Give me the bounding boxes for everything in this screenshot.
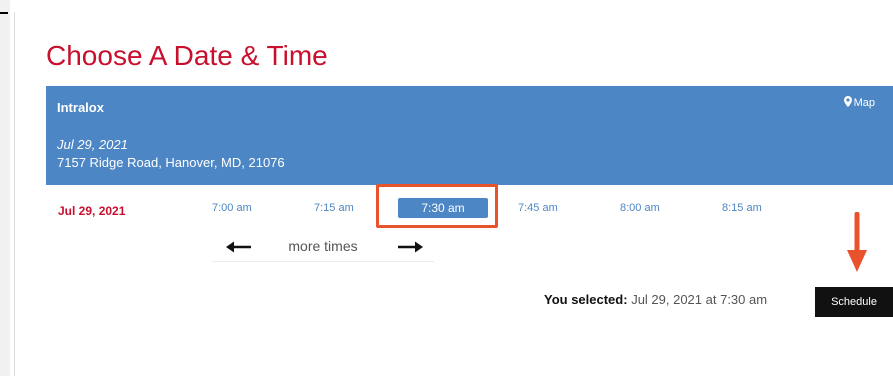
page-title: Choose A Date & Time — [46, 40, 328, 71]
location-address: 7157 Ridge Road, Hanover, MD, 21076 — [57, 155, 285, 170]
map-link-label: Map — [853, 97, 875, 109]
map-marker-icon — [843, 96, 852, 107]
arrow-right-icon — [398, 241, 423, 253]
content-border — [14, 12, 15, 376]
schedule-button[interactable]: Schedule — [815, 287, 893, 317]
more-times-pager: more times — [212, 230, 434, 262]
location-panel: Intralox Map Jul 29, 2021 7157 Ridge Roa… — [46, 86, 893, 185]
time-slot-815[interactable]: 8:15 am — [722, 202, 762, 214]
selection-summary: You selected: Jul 29, 2021 at 7:30 am — [544, 292, 767, 307]
next-times-button[interactable] — [397, 240, 423, 258]
selection-label: You selected: — [544, 292, 628, 307]
time-slot-745[interactable]: 7:45 am — [518, 202, 558, 214]
selection-value: Jul 29, 2021 at 7:30 am — [631, 292, 768, 307]
time-slot-700[interactable]: 7:00 am — [212, 202, 252, 214]
time-slot-730-selected[interactable]: 7:30 am — [398, 198, 488, 218]
time-slot-800[interactable]: 8:00 am — [620, 202, 660, 214]
location-name: Intralox — [57, 100, 104, 115]
arrow-down-icon — [847, 212, 867, 272]
left-gutter — [0, 0, 10, 376]
time-slot-715[interactable]: 7:15 am — [314, 202, 354, 214]
left-gutter-rule — [0, 12, 8, 14]
location-date: Jul 29, 2021 — [57, 137, 128, 152]
times-date-label: Jul 29, 2021 — [58, 204, 126, 218]
map-link[interactable]: Map — [843, 96, 875, 109]
